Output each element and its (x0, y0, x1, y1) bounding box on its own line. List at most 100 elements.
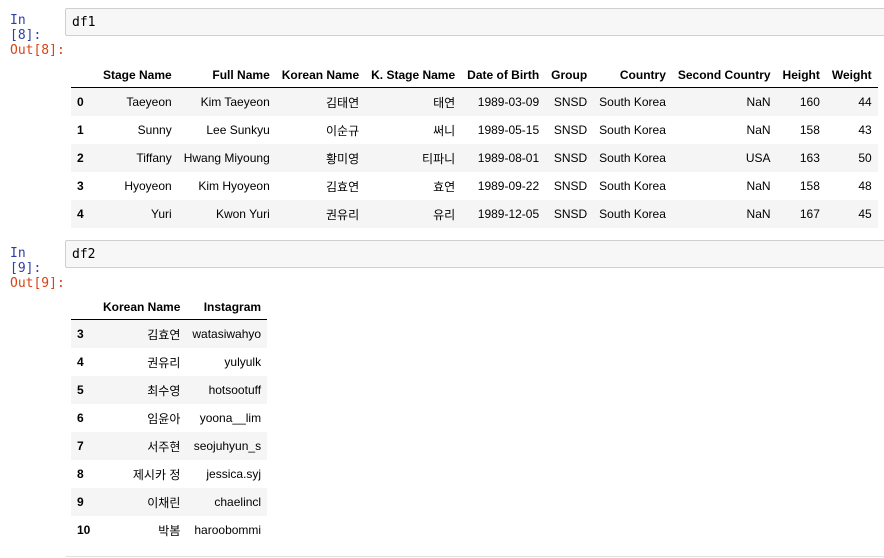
table-cell: 박봄 (158, 523, 181, 538)
row-index: 1 (77, 123, 84, 137)
column-header: Date of Birth (461, 55, 546, 88)
table-cell: Hyoyeon (124, 179, 172, 193)
table-cell: USA (745, 151, 771, 165)
table-cell: SNSD (553, 151, 588, 165)
row-index: 8 (77, 467, 84, 481)
table-cell: Hwang Miyoung (183, 151, 270, 165)
table-cell: SNSD (553, 207, 588, 221)
table-cell: watasiwahyo (192, 327, 262, 341)
table-cell: 효연 (433, 179, 456, 194)
table-row: 5 최수영 hotsootuff (71, 376, 268, 404)
row-index: 7 (77, 439, 84, 453)
input-prompt-9: In [9]: (10, 246, 42, 276)
table-cell: Yuri (151, 207, 172, 221)
table-cell: 김효연 (326, 179, 360, 194)
df2-index-header (71, 287, 97, 320)
code-text-9: df2 (72, 247, 96, 262)
table-cell: 서주현 (147, 439, 181, 454)
table-cell: NaN (746, 95, 771, 109)
table-cell: yulyulk (224, 355, 262, 369)
table-cell: SNSD (553, 123, 588, 137)
table-cell: 44 (858, 95, 872, 109)
row-index: 5 (77, 383, 84, 397)
table-cell: 권유리 (326, 207, 360, 222)
table-cell: Taeyeon (126, 95, 172, 109)
table-cell: 1989-05-15 (477, 123, 540, 137)
table-cell: South Korea (599, 95, 666, 109)
column-header: Instagram (186, 287, 268, 320)
column-header: Weight (825, 55, 878, 88)
table-cell: 임윤아 (147, 411, 181, 426)
code-cell-9[interactable]: df2 (65, 240, 884, 268)
df1-header-row: Stage Name Full Name Korean Name K. Stag… (71, 55, 878, 88)
table-cell: Tiffany (136, 151, 172, 165)
table-cell: 1989-12-05 (477, 207, 540, 221)
table-cell: 1989-03-09 (477, 95, 540, 109)
table-cell: 권유리 (147, 355, 181, 370)
df1-table: Stage Name Full Name Korean Name K. Stag… (71, 55, 878, 228)
row-index: 6 (77, 411, 84, 425)
column-header: Korean Name (275, 55, 366, 88)
table-cell: seojuhyun_s (193, 439, 262, 453)
table-cell: South Korea (599, 123, 666, 137)
df2-table: Korean Name Instagram 3 김효연 watasiwahyo … (71, 287, 268, 544)
input-prompt-8: In [8]: (10, 13, 42, 43)
table-cell: jessica.syj (206, 467, 262, 481)
table-cell: South Korea (599, 179, 666, 193)
table-cell: 158 (799, 123, 820, 137)
table-row: 4 권유리 yulyulk (71, 348, 268, 376)
table-row: 0 Taeyeon Kim Taeyeon 김태연 태연 1989-03-09 … (71, 87, 878, 116)
table-cell: 160 (799, 95, 820, 109)
table-cell: 황미영 (326, 151, 360, 166)
output-prompt-9: Out[9]: (10, 276, 65, 291)
column-header: Korean Name (97, 287, 187, 320)
table-cell: 43 (858, 123, 872, 137)
table-cell: yoona__lim (199, 411, 262, 425)
column-header: Country (593, 55, 672, 88)
table-cell: 티파니 (422, 151, 456, 166)
row-index: 3 (77, 327, 84, 341)
row-index: 3 (77, 179, 84, 193)
table-cell: 163 (799, 151, 820, 165)
table-cell: Kim Taeyeon (200, 95, 270, 109)
row-index: 2 (77, 151, 84, 165)
code-text-8: df1 (72, 15, 96, 30)
output-prompt-8: Out[8]: (10, 43, 65, 58)
code-cell-8[interactable]: df1 (65, 8, 884, 36)
column-header: Group (545, 55, 594, 88)
table-cell: 이채린 (147, 495, 181, 510)
table-row: 10 박봄 haroobommi (71, 516, 268, 544)
table-cell: 45 (858, 207, 872, 221)
column-header: Second Country (671, 55, 777, 88)
column-header: K. Stage Name (365, 55, 462, 88)
row-index: 4 (77, 207, 84, 221)
table-row: 8 제시카 정 jessica.syj (71, 460, 268, 488)
table-cell: NaN (746, 123, 771, 137)
cell-divider (66, 556, 884, 557)
table-cell: 유리 (433, 207, 456, 222)
table-cell: 158 (799, 179, 820, 193)
table-cell: haroobommi (194, 523, 262, 537)
table-row: 3 Hyoyeon Kim Hyoyeon 김효연 효연 1989-09-22 … (71, 172, 878, 200)
table-cell: 김효연 (147, 327, 181, 342)
table-cell: 1989-08-01 (477, 151, 540, 165)
table-cell: Kwon Yuri (215, 207, 270, 221)
table-cell: 태연 (433, 95, 456, 110)
column-header: Stage Name (97, 55, 178, 88)
table-row: 7 서주현 seojuhyun_s (71, 432, 268, 460)
table-cell: NaN (746, 207, 771, 221)
table-cell: Kim Hyoyeon (198, 179, 270, 193)
table-row: 2 Tiffany Hwang Miyoung 황미영 티파니 1989-08-… (71, 144, 878, 172)
table-cell: hotsootuff (208, 383, 262, 397)
column-header: Full Name (177, 55, 276, 88)
table-cell: 167 (799, 207, 820, 221)
table-cell: Sunny (137, 123, 172, 137)
df1-index-header (71, 55, 97, 88)
table-row: 4 Yuri Kwon Yuri 권유리 유리 1989-12-05 SNSD … (71, 200, 878, 228)
table-cell: Lee Sunkyu (206, 123, 270, 137)
row-index: 9 (77, 495, 84, 509)
column-header: Height (776, 55, 826, 88)
table-cell: chaelincl (214, 495, 262, 509)
table-cell: 써니 (433, 123, 456, 138)
table-row: 6 임윤아 yoona__lim (71, 404, 268, 432)
